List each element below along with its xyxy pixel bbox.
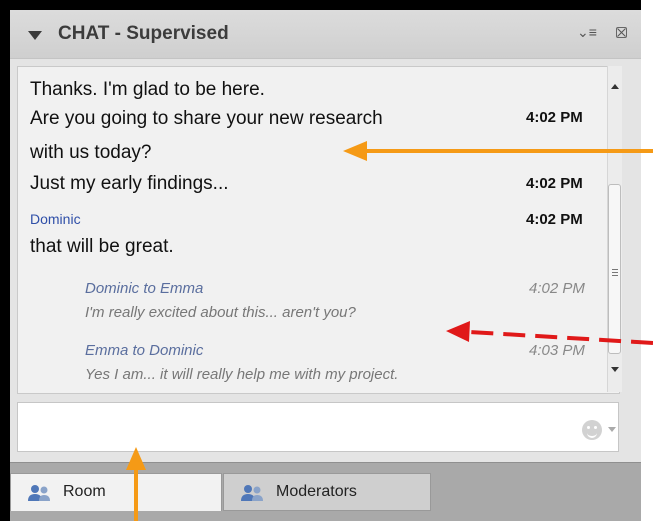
annotation-arrowhead-red xyxy=(446,321,470,342)
annotation-overlay xyxy=(126,141,653,521)
annotation-arrowhead-orange-vertical xyxy=(126,447,146,470)
annotation-arrow-red xyxy=(469,330,653,345)
annotation-arrowhead-orange xyxy=(343,141,367,161)
